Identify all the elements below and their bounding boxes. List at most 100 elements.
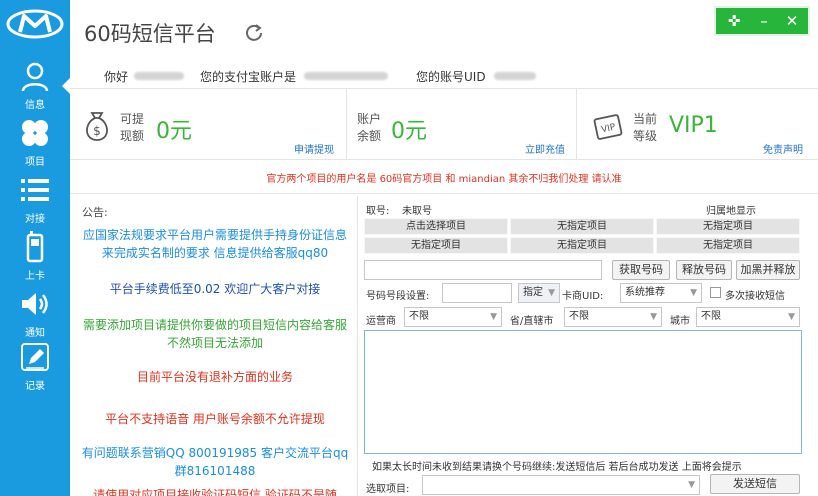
sidebar: 信息 项目 对接 上卡 通知 记录 (0, 0, 70, 496)
svg-text:VIP: VIP (600, 122, 617, 135)
sms-content-box[interactable] (364, 330, 802, 454)
disclaimer-link[interactable]: 免责声明 (763, 141, 803, 156)
blacklist-release-button[interactable]: 加黑并释放 (736, 260, 800, 280)
chevron-down-icon: ▼ (688, 480, 695, 490)
vip-badge-icon: VIP (593, 114, 623, 140)
segment-label: 号码号段设置: (366, 291, 430, 302)
segment-mode-value: 指定 (523, 287, 543, 298)
carrier-value: 不限 (409, 311, 429, 322)
announcement-item: 有问题联系营销QQ 800191985 客户交流平台qq群816101488 (81, 446, 349, 478)
province-select[interactable]: 不限 ▼ (564, 307, 662, 327)
project-slot[interactable]: 无指定项目 (656, 237, 800, 254)
chevron-down-icon: ▼ (690, 288, 697, 298)
get-number-button[interactable]: 获取号码 (612, 260, 670, 280)
multi-receive-label: 多次接收短信 (725, 291, 785, 302)
merchant-label: 卡商UID: (562, 291, 604, 302)
city-label: 城市 (670, 316, 690, 327)
announcement-item: 平台不支持语音 用户账号余额不允许提现 (105, 412, 325, 426)
project-slot[interactable]: 无指定项目 (364, 237, 508, 254)
announcement-item: 平台手续费低至0.02 欢迎广大客户对接 (109, 282, 321, 296)
select-project-label: 选取项目: (366, 484, 410, 495)
uid-label: 您的账号UID (416, 70, 486, 84)
chevron-down-icon: ▼ (490, 312, 497, 322)
carrier-select[interactable]: 不限 ▼ (404, 307, 502, 327)
stat-balance: 账户余额 0元 立即充值 (346, 89, 576, 159)
main-area: 60码短信平台 ✜ – ✕ 你好 您的支付宝账户是 您的账号UID $ 可提现额… (70, 0, 818, 496)
sidebar-item-label: 记录 (25, 381, 45, 392)
stats-bar: $ 可提现额 0元 申请提现 账户余额 0元 立即充值 VIP 当前等级 VIP… (70, 88, 818, 160)
redacted-username (134, 72, 184, 80)
pen-icon (21, 343, 49, 371)
official-notice: 官方两个项目的用户名是 60码官方项目 和 miandian 其余不归我们处理 … (266, 174, 622, 185)
phone-number-field[interactable] (364, 260, 602, 280)
recharge-link[interactable]: 立即充值 (525, 141, 565, 156)
refresh-icon[interactable] (244, 22, 264, 42)
stat-value: 0元 (156, 119, 192, 144)
sidebar-item-project[interactable]: 项目 (0, 113, 70, 175)
chevron-down-icon: ▼ (650, 312, 657, 322)
sms-panel: 取号: 未取号 归属地显示 点击选择项目 无指定项目 无指定项目 无指定项目 无… (364, 196, 804, 496)
stat-value: VIP1 (669, 113, 718, 138)
stat-label: 当前等级 (633, 112, 658, 143)
divider (70, 193, 818, 194)
withdraw-link[interactable]: 申请提现 (294, 141, 334, 156)
number-label: 取号: (366, 206, 390, 217)
money-bag-icon: $ (86, 112, 108, 141)
alipay-label: 您的支付宝账户是 (200, 70, 297, 84)
sidebar-item-info[interactable]: 信息 (0, 56, 70, 118)
project-slot[interactable]: 无指定项目 (656, 218, 800, 235)
announcement-item: 请使用对应项目接收验证码短信 验证码不是随 (93, 488, 337, 496)
location-hint: 归属地显示 (706, 206, 756, 217)
restore-icon[interactable]: ✜ (724, 12, 744, 30)
stat-withdrawable: $ 可提现额 0元 申请提现 (70, 89, 346, 159)
sidebar-item-card[interactable]: 上卡 (0, 227, 70, 289)
stat-label: 账户余额 (357, 112, 382, 143)
redacted-alipay (304, 72, 388, 80)
redacted-uid (494, 72, 536, 80)
sidebar-item-dock[interactable]: 对接 (0, 170, 70, 232)
city-value: 不限 (701, 311, 721, 322)
project-select[interactable]: ▼ (422, 475, 700, 495)
app-logo-icon (6, 9, 64, 39)
release-number-button[interactable]: 释放号码 (676, 260, 732, 280)
announcement-heading: 公告: (82, 206, 108, 219)
carrier-label: 运营商 (366, 316, 396, 327)
sidebar-item-label: 项目 (25, 157, 45, 168)
svg-text:$: $ (93, 124, 101, 138)
sidebar-item-label: 对接 (25, 214, 45, 225)
segment-input[interactable] (442, 283, 512, 303)
project-slot[interactable]: 点击选择项目 (364, 218, 508, 235)
project-slot[interactable]: 无指定项目 (510, 218, 654, 235)
project-slot[interactable]: 无指定项目 (510, 237, 654, 254)
sidebar-item-label: 信息 (25, 100, 45, 111)
merchant-value: 系统推荐 (625, 287, 665, 298)
send-sms-button[interactable]: 发送短信 (710, 474, 800, 494)
city-select[interactable]: 不限 ▼ (696, 307, 800, 327)
phone-icon (26, 231, 44, 263)
stat-label: 可提现额 (120, 112, 145, 143)
minimize-icon[interactable]: – (754, 12, 774, 30)
window-controls: ✜ – ✕ (714, 6, 810, 36)
close-icon[interactable]: ✕ (782, 12, 802, 30)
number-status: 未取号 (402, 206, 432, 217)
list-icon (21, 179, 49, 201)
speaker-icon (22, 293, 48, 315)
sidebar-item-label: 上卡 (25, 271, 45, 282)
province-label: 省/直辖市 (510, 316, 554, 327)
sms-hint: 如果太长时间未收到结果请换个号码继续:发送短信后 若后台成功发送 上面将会提示 (372, 462, 742, 473)
page-title: 60码短信平台 (84, 22, 216, 46)
announcement-item: 需要添加项目请提供你要做的项目短信内容给客服 不然项目无法添加 (82, 318, 347, 350)
clover-icon (22, 120, 48, 146)
merchant-select[interactable]: 系统推荐 ▼ (620, 283, 702, 303)
segment-mode-select[interactable]: 指定 ▼ (518, 283, 560, 303)
chevron-down-icon: ▼ (788, 312, 795, 322)
stat-value: 0元 (391, 119, 427, 144)
greeting-text: 你好 (104, 70, 129, 84)
announcement-panel: 公告: 应国家法规要求平台用户需要提供手持身份证信息来完成实名制的要求 信息提供… (70, 196, 358, 496)
sidebar-item-record[interactable]: 记录 (0, 337, 70, 399)
announcement-item: 目前平台没有退补方面的业务 (136, 370, 293, 384)
stat-level: VIP 当前等级 VIP1 免责声明 (576, 89, 818, 159)
announcement-item: 应国家法规要求平台用户需要提供手持身份证信息来完成实名制的要求 信息提供给客服q… (82, 228, 347, 260)
multi-receive-checkbox[interactable] (710, 287, 721, 298)
user-icon (21, 62, 49, 92)
